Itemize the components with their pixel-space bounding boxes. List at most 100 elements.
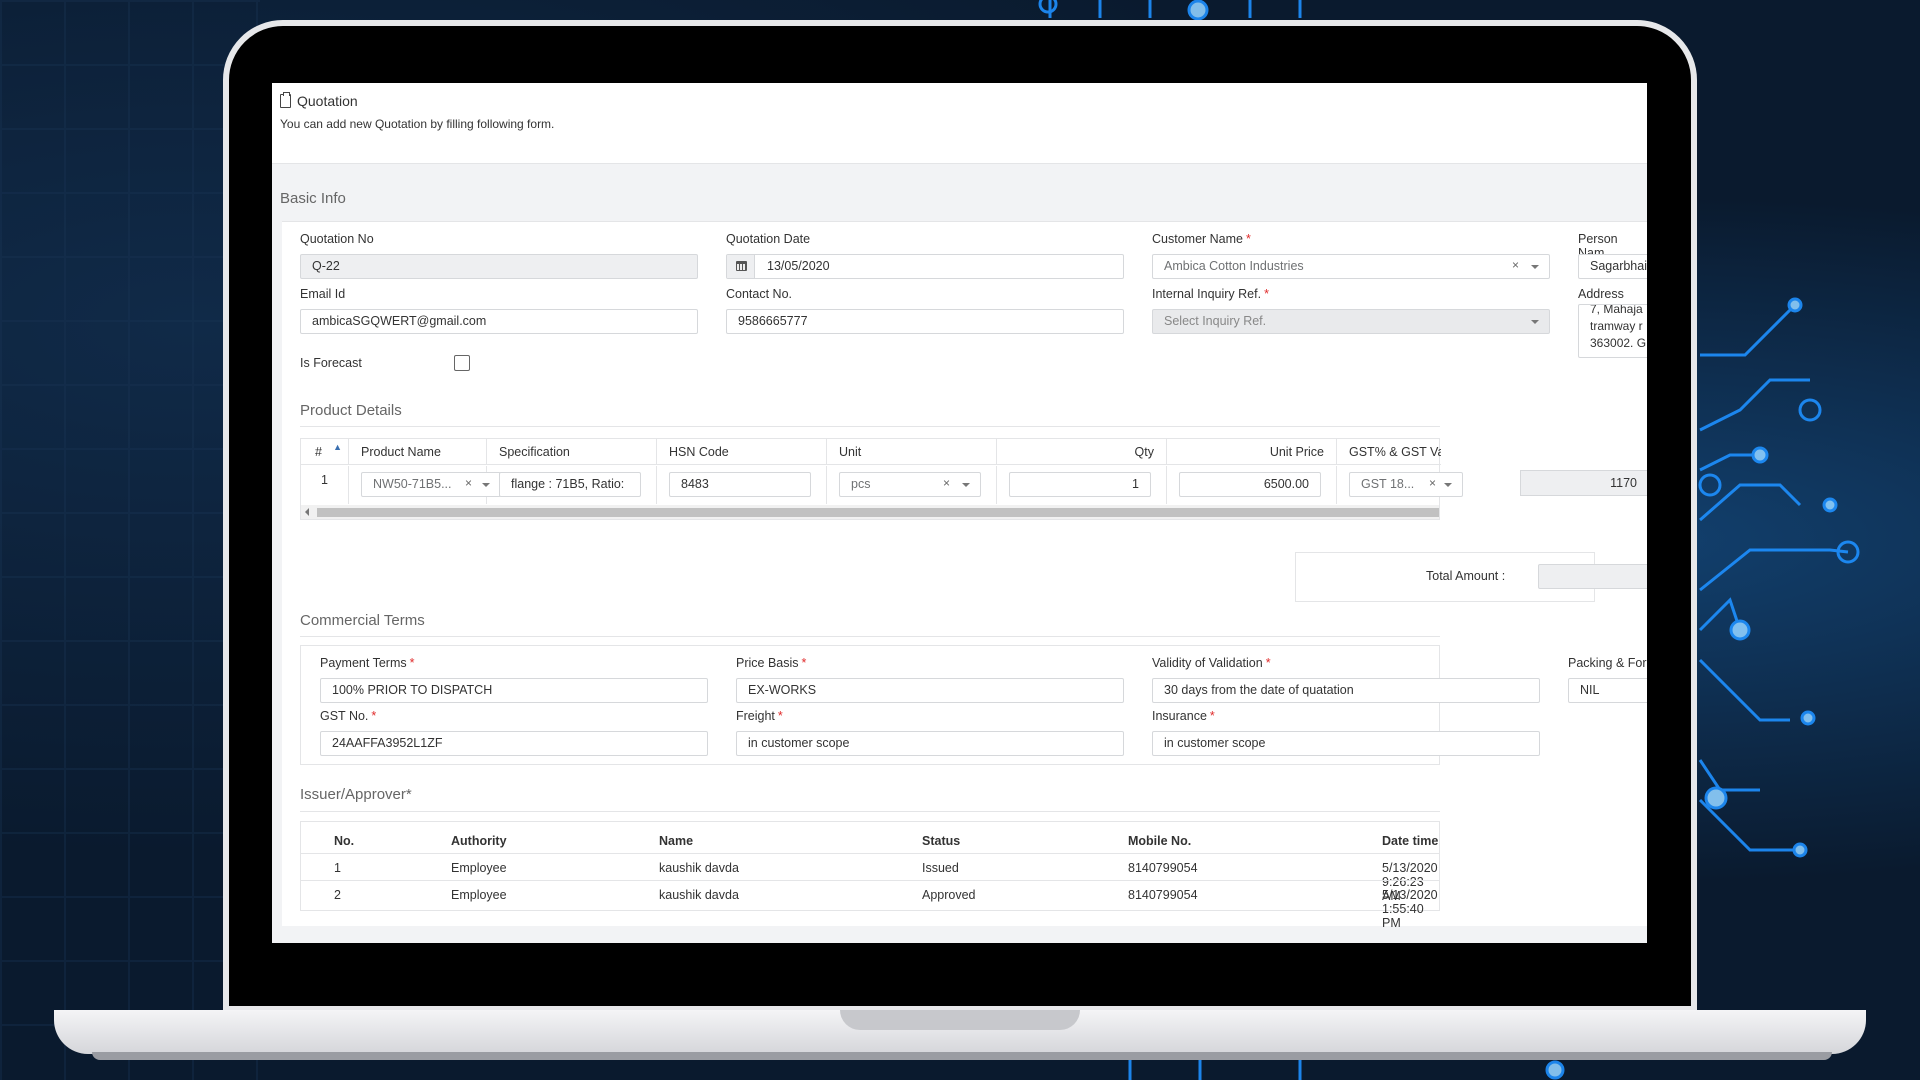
validity-input[interactable]: 30 days from the date of quatation (1152, 678, 1540, 703)
required-mark: * (801, 656, 807, 670)
scrollbar-thumb[interactable] (317, 508, 1439, 517)
required-mark: * (777, 709, 783, 723)
required-mark: * (1264, 287, 1269, 301)
required-mark: * (1209, 709, 1215, 723)
qty-input[interactable]: 1 (1009, 472, 1151, 497)
col-header-qty: Qty (997, 439, 1167, 465)
cell-name: kaushik davda (659, 888, 739, 902)
cell-datetime: 5/13/2020 1:55:40 PM (1382, 888, 1438, 930)
total-amount-input[interactable] (1538, 564, 1647, 589)
chevron-down-icon[interactable] (1531, 320, 1539, 324)
gst-select[interactable]: GST 18... × (1349, 472, 1463, 497)
email-label: Email Id (300, 287, 346, 301)
quotation-date-input[interactable]: 13/05/2020 (726, 254, 1124, 279)
chevron-down-icon[interactable] (1531, 265, 1539, 269)
payment-terms-input[interactable]: 100% PRIOR TO DISPATCH (320, 678, 708, 703)
calendar-icon[interactable] (727, 255, 755, 278)
customer-name-value: Ambica Cotton Industries (1164, 259, 1304, 273)
price-basis-label-text: Price Basis (736, 656, 799, 670)
is-forecast-checkbox[interactable] (454, 355, 470, 371)
col-header-mobile: Mobile No. (1128, 834, 1192, 848)
customer-name-select[interactable]: Ambica Cotton Industries × (1152, 254, 1550, 279)
divider (300, 426, 1440, 427)
page-header: Quotation You can add new Quotation by f… (272, 83, 1647, 164)
chevron-down-icon[interactable] (1444, 483, 1452, 487)
validity-label-text: Validity of Validation (1152, 656, 1263, 670)
col-header-datetime: Date time (1382, 834, 1439, 848)
quotation-no-input[interactable]: Q-22 (300, 254, 698, 279)
customer-name-label-text: Customer Name (1152, 232, 1243, 246)
cell-unit: pcs × (827, 466, 997, 504)
validity-label: Validity of Validation * (1152, 656, 1271, 670)
gst-no-label: GST No. * (320, 709, 376, 723)
address-line: tramway r (1590, 319, 1643, 333)
commercial-terms-heading: Commercial Terms (300, 612, 425, 629)
issuer-table: No. Authority Name Status Mobile No. Dat… (300, 821, 1440, 930)
cell-status: Approved (922, 888, 976, 902)
row-divider (301, 880, 1439, 881)
gst-no-label-text: GST No. (320, 709, 369, 723)
basic-info-card: Quotation No Q-22 Quotation Date 13/05/2… (282, 221, 1647, 930)
cell-hsn: 8483 (657, 466, 827, 504)
scroll-left-icon[interactable] (305, 508, 309, 516)
address-line: 7, Mahaja (1590, 304, 1643, 316)
col-header-unit: Unit (827, 439, 997, 465)
gst-value: GST 18... (1361, 477, 1415, 491)
address-textarea[interactable]: 7, Mahaja tramway r 363002. G (1578, 304, 1647, 358)
sort-asc-icon[interactable]: ▲ (333, 442, 342, 452)
col-header-product-name: Product Name (349, 439, 487, 465)
inquiry-ref-select[interactable]: Select Inquiry Ref. (1152, 309, 1550, 334)
clear-icon[interactable]: × (1429, 476, 1436, 490)
freight-input[interactable]: in customer scope (736, 731, 1124, 756)
clear-icon[interactable]: × (1512, 258, 1519, 272)
unit-price-input[interactable]: 6500.00 (1179, 472, 1321, 497)
commercial-terms-card: Payment Terms * 100% PRIOR TO DISPATCH Pr… (300, 645, 1647, 765)
total-amount-box: Total Amount : (1295, 552, 1647, 602)
email-input[interactable]: ambicaSGQWERT@gmail.com (300, 309, 698, 334)
is-forecast-label: Is Forecast (300, 356, 362, 370)
hsn-input[interactable]: 8483 (669, 472, 811, 497)
cell-gst: GST 18... × (1337, 466, 1463, 504)
divider (300, 636, 1440, 637)
insurance-label-text: Insurance (1152, 709, 1207, 723)
gst-value-field[interactable]: 1170 (1520, 470, 1647, 496)
price-basis-input[interactable]: EX-WORKS (736, 678, 1124, 703)
col-header-authority: Authority (451, 834, 507, 848)
packing-input[interactable]: NIL (1568, 678, 1647, 703)
person-name-input[interactable]: Sagarbhai (1578, 254, 1647, 279)
inquiry-ref-label: Internal Inquiry Ref. * (1152, 287, 1269, 301)
col-header-text: # (315, 445, 322, 459)
clear-icon[interactable]: × (943, 476, 950, 490)
freight-label-text: Freight (736, 709, 775, 723)
cell-status: Issued (922, 861, 959, 875)
col-header-unit-price: Unit Price (1167, 439, 1337, 465)
address-label: Address (1578, 287, 1624, 301)
quotation-date-value: 13/05/2020 (767, 259, 830, 273)
cell-specification: flange : 71B5, Ratio: (487, 466, 657, 504)
clear-icon[interactable]: × (465, 476, 472, 490)
horizontal-scrollbar[interactable] (301, 505, 1439, 519)
payment-terms-label-text: Payment Terms (320, 656, 407, 670)
cell-no: 2 (334, 888, 341, 902)
issuer-heading: Issuer/Approver* (300, 786, 412, 803)
unit-select[interactable]: pcs × (839, 472, 981, 497)
packing-label: Packing & For (1568, 656, 1647, 670)
product-select[interactable]: NW50-71B5... × (361, 472, 501, 497)
col-header-status: Status (922, 834, 961, 848)
cell-qty: 1 (997, 466, 1167, 504)
col-header-index[interactable]: # ▲ (301, 439, 349, 465)
price-basis-label: Price Basis * (736, 656, 806, 670)
cell-name: kaushik davda (659, 861, 739, 875)
chevron-down-icon[interactable] (962, 483, 970, 487)
cell-unit-price: 6500.00 (1167, 466, 1337, 504)
gst-no-input[interactable]: 24AAFFA3952L1ZF (320, 731, 708, 756)
required-mark: * (1265, 656, 1271, 670)
laptop-notch (840, 1010, 1080, 1030)
specification-input[interactable]: flange : 71B5, Ratio: (499, 472, 641, 497)
laptop-base-shadow (92, 1052, 1832, 1060)
contact-input[interactable]: 9586665777 (726, 309, 1124, 334)
insurance-input[interactable]: in customer scope (1152, 731, 1540, 756)
customer-name-label: Customer Name * (1152, 232, 1251, 246)
contact-label: Contact No. (726, 287, 793, 301)
insurance-label: Insurance * (1152, 709, 1215, 723)
